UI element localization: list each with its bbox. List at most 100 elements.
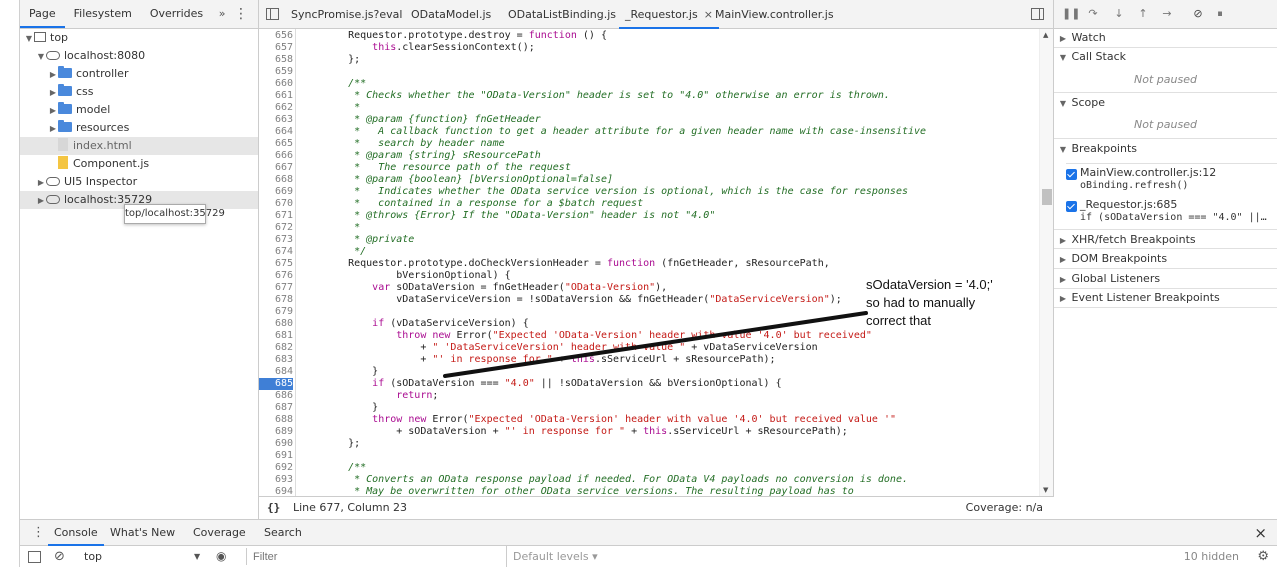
line-number[interactable]: 694 bbox=[259, 486, 293, 496]
chevron-down-icon[interactable]: ▼ bbox=[24, 30, 34, 48]
tab-search[interactable]: Search bbox=[264, 520, 302, 546]
line-number[interactable]: 666 bbox=[259, 150, 293, 162]
tree-item[interactable]: ▼ top bbox=[20, 29, 258, 47]
pause-icon[interactable]: ❚❚ bbox=[1062, 7, 1080, 21]
code-line[interactable]: 669 * Indicates whether the OData servic… bbox=[259, 186, 1039, 198]
tab-odatamodel[interactable]: ODataModel.js bbox=[411, 0, 491, 29]
tab-console[interactable]: Console bbox=[48, 520, 104, 546]
code-line[interactable]: 656 Requestor.prototype.destroy = functi… bbox=[259, 30, 1039, 42]
sidebar-toggle-icon[interactable] bbox=[28, 551, 41, 563]
line-number[interactable]: 659 bbox=[259, 66, 293, 78]
code-line[interactable]: 681 throw new Error("Expected 'OData-Ver… bbox=[259, 330, 1039, 342]
tree-item[interactable]: ▶ model bbox=[20, 101, 258, 119]
line-number[interactable]: 671 bbox=[259, 210, 293, 222]
code-area[interactable]: 656 Requestor.prototype.destroy = functi… bbox=[259, 29, 1039, 496]
code-line[interactable]: 687 } bbox=[259, 402, 1039, 414]
section-scope[interactable]: ▼ Scope bbox=[1054, 92, 1277, 112]
line-number[interactable]: 673 bbox=[259, 234, 293, 246]
code-line[interactable]: 692 /** bbox=[259, 462, 1039, 474]
line-number[interactable]: 680 bbox=[259, 318, 293, 330]
tree-item[interactable]: ▶ UI5 Inspector bbox=[20, 173, 258, 191]
close-drawer-icon[interactable]: × bbox=[1254, 520, 1267, 546]
line-number[interactable]: 684 bbox=[259, 366, 293, 378]
chevron-right-icon[interactable]: ▶ bbox=[36, 174, 46, 192]
tab-mainview-controller[interactable]: MainView.controller.js bbox=[715, 0, 834, 29]
more-tabs-icon[interactable]: » bbox=[212, 0, 232, 28]
code-line[interactable]: 667 * The resource path of the request bbox=[259, 162, 1039, 174]
code-line[interactable]: 673 * @private bbox=[259, 234, 1039, 246]
step-over-icon[interactable]: ↷ bbox=[1086, 7, 1100, 21]
tree-item[interactable]: index.html bbox=[20, 137, 258, 155]
code-line[interactable]: 682 + " 'DataServiceVersion' header with… bbox=[259, 342, 1039, 354]
code-line[interactable]: 670 * contained in a response for a $bat… bbox=[259, 198, 1039, 210]
tab-page[interactable]: Page bbox=[20, 0, 65, 28]
section-dom-breakpoints[interactable]: ▶ DOM Breakpoints bbox=[1054, 249, 1277, 269]
tree-item[interactable]: ▼ localhost:8080 bbox=[20, 47, 258, 65]
drawer-menu-icon[interactable]: ⋮ bbox=[32, 520, 45, 546]
section-breakpoints[interactable]: ▼ Breakpoints bbox=[1054, 138, 1277, 158]
context-dropdown-icon[interactable]: ▼ bbox=[194, 546, 200, 567]
scrollbar-thumb[interactable] bbox=[1042, 189, 1052, 205]
chevron-right-icon[interactable]: ▶ bbox=[36, 192, 46, 210]
line-number[interactable]: 667 bbox=[259, 162, 293, 174]
pause-on-exceptions-icon[interactable]: ⏸ bbox=[1213, 7, 1227, 21]
line-number[interactable]: 674 bbox=[259, 246, 293, 258]
line-number[interactable]: 683 bbox=[259, 354, 293, 366]
scroll-down-icon[interactable]: ▼ bbox=[1043, 486, 1048, 494]
line-number[interactable]: 682 bbox=[259, 342, 293, 354]
tab-filesystem[interactable]: Filesystem bbox=[65, 0, 141, 28]
step-into-icon[interactable]: ↓ bbox=[1112, 7, 1126, 21]
line-number[interactable]: 690 bbox=[259, 438, 293, 450]
line-number[interactable]: 689 bbox=[259, 426, 293, 438]
close-tab-icon[interactable]: × bbox=[704, 8, 713, 21]
line-number[interactable]: 676 bbox=[259, 270, 293, 282]
log-levels-dropdown[interactable]: Default levels ▾ bbox=[506, 546, 598, 567]
line-number[interactable]: 657 bbox=[259, 42, 293, 54]
vertical-scrollbar[interactable]: ▲ ▼ bbox=[1039, 29, 1053, 496]
line-number[interactable]: 677 bbox=[259, 282, 293, 294]
line-number[interactable]: 662 bbox=[259, 102, 293, 114]
line-number[interactable]: 669 bbox=[259, 186, 293, 198]
tab-odatalistbinding[interactable]: ODataListBinding.js bbox=[508, 0, 616, 29]
section-global-listeners[interactable]: ▶ Global Listeners bbox=[1054, 269, 1277, 289]
line-number[interactable]: 693 bbox=[259, 474, 293, 486]
line-number[interactable]: 686 bbox=[259, 390, 293, 402]
line-number[interactable]: 681 bbox=[259, 330, 293, 342]
line-number[interactable]: 661 bbox=[259, 90, 293, 102]
line-number[interactable]: 658 bbox=[259, 54, 293, 66]
code-line[interactable]: 689 + sODataVersion + "' in response for… bbox=[259, 426, 1039, 438]
line-number[interactable]: 665 bbox=[259, 138, 293, 150]
code-line[interactable]: 666 * @param {string} sResourcePath bbox=[259, 150, 1039, 162]
line-number[interactable]: 688 bbox=[259, 414, 293, 426]
line-number[interactable]: 678 bbox=[259, 294, 293, 306]
breakpoint-checkbox[interactable] bbox=[1066, 201, 1077, 212]
code-line[interactable]: 662 * bbox=[259, 102, 1039, 114]
code-line[interactable]: 665 * search by header name bbox=[259, 138, 1039, 150]
line-number[interactable]: 672 bbox=[259, 222, 293, 234]
line-number[interactable]: 692 bbox=[259, 462, 293, 474]
tab-coverage[interactable]: Coverage bbox=[193, 520, 246, 546]
code-line[interactable]: 660 /** bbox=[259, 78, 1039, 90]
line-number[interactable]: 670 bbox=[259, 198, 293, 210]
code-line[interactable]: 684 } bbox=[259, 366, 1039, 378]
toggle-debugger-icon[interactable] bbox=[1031, 8, 1044, 20]
line-number[interactable]: 664 bbox=[259, 126, 293, 138]
line-number[interactable]: 691 bbox=[259, 450, 293, 462]
breakpoint-item[interactable]: _Requestor.js:685 if (sODataVersion === … bbox=[1066, 196, 1277, 230]
code-line[interactable]: 659 bbox=[259, 66, 1039, 78]
chevron-right-icon[interactable]: ▶ bbox=[48, 120, 58, 138]
tree-item[interactable]: ▶ controller bbox=[20, 65, 258, 83]
code-line[interactable]: 672 * bbox=[259, 222, 1039, 234]
tab-whats-new[interactable]: What's New bbox=[110, 520, 175, 546]
tree-item[interactable]: ▶ css bbox=[20, 83, 258, 101]
code-line[interactable]: 658 }; bbox=[259, 54, 1039, 66]
code-line[interactable]: 671 * @throws {Error} If the "OData-Vers… bbox=[259, 210, 1039, 222]
eye-icon[interactable]: ◉ bbox=[216, 546, 226, 567]
code-line[interactable]: 675 Requestor.prototype.doCheckVersionHe… bbox=[259, 258, 1039, 270]
line-number[interactable]: 685 bbox=[259, 378, 293, 390]
pretty-print-icon[interactable]: {} bbox=[267, 497, 280, 519]
section-event-listener-breakpoints[interactable]: ▶ Event Listener Breakpoints bbox=[1054, 288, 1277, 308]
step-icon[interactable]: → bbox=[1160, 7, 1174, 21]
code-line[interactable]: 683 + "' in response for " + this.sServi… bbox=[259, 354, 1039, 366]
code-line[interactable]: 694 * May be overwritten for other OData… bbox=[259, 486, 1039, 496]
